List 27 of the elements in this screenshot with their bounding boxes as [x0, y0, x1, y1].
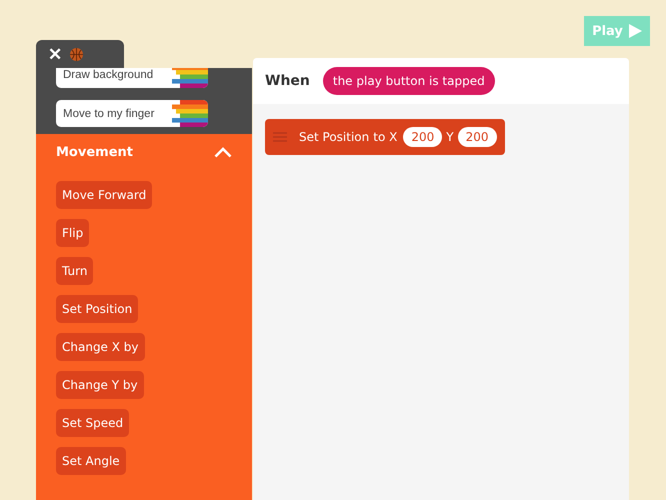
palette-block[interactable]: Set Speed: [56, 409, 130, 437]
chevron-icon: [214, 146, 232, 158]
x-value-field[interactable]: 200: [403, 127, 442, 147]
script-block[interactable]: Move to my finger: [56, 100, 208, 127]
to-x-label: to X: [373, 130, 398, 144]
category-title: Movement: [56, 144, 133, 160]
rainbow-stripes-icon: [172, 68, 208, 88]
play-icon: [628, 24, 642, 38]
drag-handle-icon[interactable]: [273, 132, 287, 142]
rule-label: Set Position: [299, 130, 370, 144]
y-label: Y: [446, 130, 454, 144]
collapse-button[interactable]: [214, 146, 232, 158]
script-block[interactable]: Draw background: [56, 68, 208, 88]
basketball-icon: [70, 48, 83, 60]
close-button[interactable]: ✕: [48, 46, 62, 62]
when-label: When: [265, 73, 310, 89]
palette-block[interactable]: Flip: [56, 219, 90, 247]
palette-block[interactable]: Turn: [56, 257, 94, 285]
rule-block[interactable]: Set Position to X 200 Y 200: [265, 119, 504, 155]
palette-block[interactable]: Set Position: [56, 295, 138, 323]
palette-block[interactable]: Set Angle: [56, 447, 126, 475]
palette-block[interactable]: Move Forward: [56, 181, 152, 209]
trigger-button[interactable]: the play button is tapped: [322, 67, 495, 95]
palette-block[interactable]: Change X by: [56, 333, 145, 361]
rainbow-stripes-icon: [172, 100, 208, 127]
y-value-field[interactable]: 200: [458, 127, 496, 147]
palette-block[interactable]: Change Y by: [56, 371, 144, 399]
